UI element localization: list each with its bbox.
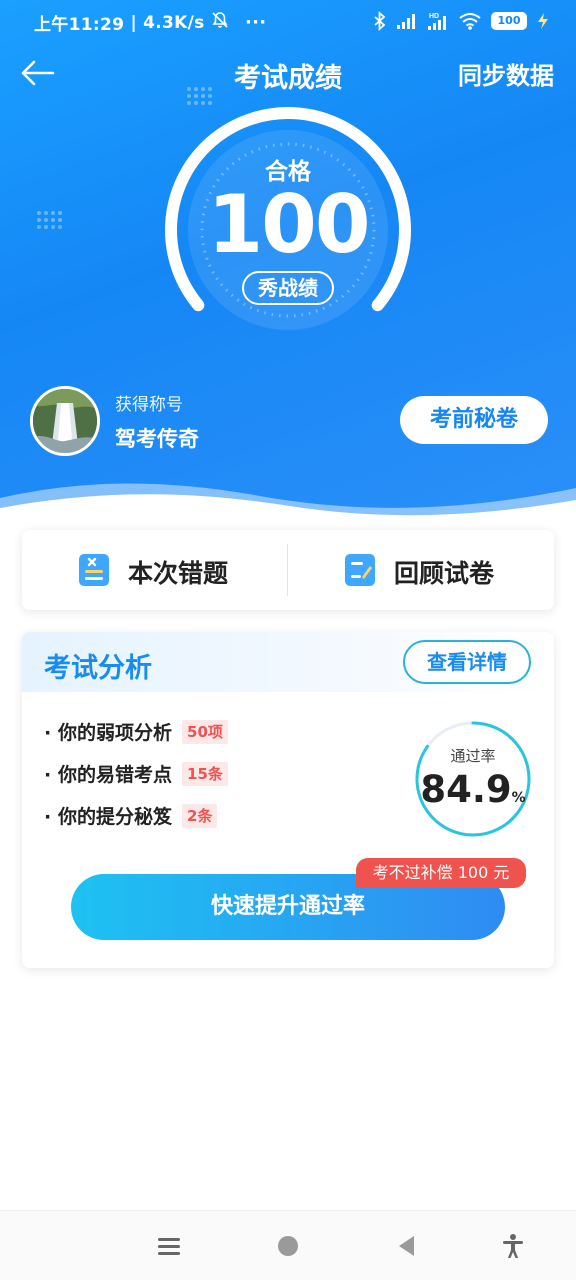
network-speed: 4.3K/s [143,12,205,33]
count-tag: 15条 [182,762,228,786]
pre-exam-secret-button[interactable]: 考前秘卷 [400,396,548,444]
waterfall-image [33,389,97,453]
analysis-title: 考试分析 [44,653,152,684]
count-tag: 50项 [182,720,228,744]
exam-analysis-card: 考试分析 查看详情 · 你的弱项分析 50项 · 你的易错考点 15条 · 你的提分秘笈 2… [22,632,554,968]
share-score-button[interactable]: 秀战绩 [242,271,334,305]
analysis-header: 考试分析 查看详情 [22,632,554,692]
review-paper-icon [345,554,375,586]
pass-rate-value: 84.9% [414,768,532,811]
hd-label: HD [429,13,439,20]
more-notifications-icon: ··· [245,12,267,33]
title-caption: 获得称号 [115,395,183,415]
exam-actions-card: 本次错题 回顾试卷 [22,530,554,610]
bullet: · [44,764,52,786]
bullet: · [44,806,52,828]
earned-title: 驾考传奇 [115,427,199,451]
bluetooth-icon [374,11,386,31]
analysis-item-weak-points[interactable]: · 你的弱项分析 50项 [44,718,228,745]
analysis-item-label: 你的弱项分析 [58,722,173,744]
menu-icon[interactable] [154,1231,184,1261]
bullet: · [44,722,52,744]
status-bar: 上午11:29 | 4.3K/s ··· HD 100 [0,0,576,44]
home-icon[interactable] [273,1231,303,1261]
pass-rate-unit: % [511,790,526,806]
analysis-item-error-prone[interactable]: · 你的易错考点 15条 [44,760,228,787]
compensation-badge: 考不过补偿 100 元 [356,858,526,888]
battery-icon: 100 [491,12,527,30]
sync-data-button[interactable]: 同步数据 [458,56,554,91]
status-time: 上午11:29 [34,15,125,35]
review-paper-label: 回顾试卷 [394,559,495,588]
wrong-questions-icon [79,554,109,586]
score-value: 100 [207,178,371,271]
back-triangle-icon[interactable] [392,1231,422,1261]
signal-hd-icon: HD [428,13,446,30]
pass-rate-caption: 通过率 [450,747,496,765]
wrong-questions-label: 本次错题 [128,559,229,588]
analysis-item-label: 你的易错考点 [58,764,173,786]
count-tag: 2条 [182,804,218,828]
wifi-icon [459,13,481,30]
wrong-questions-button[interactable]: 本次错题 [22,530,288,610]
system-nav-bar [0,1210,576,1280]
review-paper-button[interactable]: 回顾试卷 [288,530,554,610]
analysis-item-label: 你的提分秘笈 [58,806,173,828]
view-details-button[interactable]: 查看详情 [403,640,531,684]
analysis-item-tips[interactable]: · 你的提分秘笈 2条 [44,802,218,829]
nav-bar: 考试成绩 同步数据 [0,50,576,98]
accessibility-icon[interactable] [498,1231,528,1261]
status-separator: | [130,12,137,33]
signal-icon [397,14,415,29]
bell-off-icon [211,11,229,34]
wave-decoration [0,483,576,520]
charging-icon [538,13,548,29]
avatar [30,386,100,456]
pass-rate-number: 84.9 [420,768,512,811]
